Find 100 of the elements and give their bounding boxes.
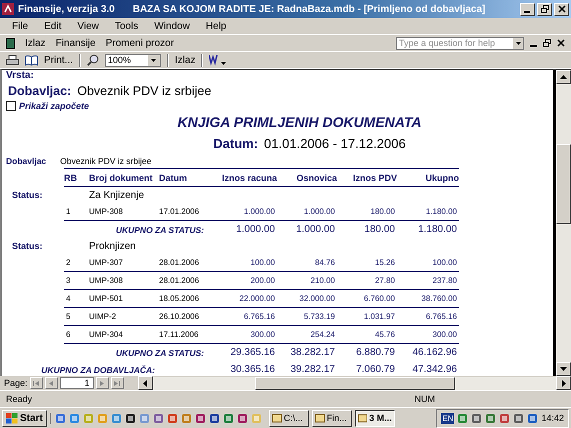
table-cell: 5 — [64, 308, 89, 326]
close-icon[interactable] — [557, 39, 565, 47]
table-cell: 45.76 — [337, 326, 397, 344]
left-arrow-icon[interactable] — [143, 380, 148, 386]
table-cell: 18.05.2006 — [159, 290, 214, 308]
last-page-button[interactable] — [110, 377, 124, 389]
menu-item[interactable]: Window — [152, 20, 192, 32]
table-cell: UIMP-2 — [89, 308, 159, 326]
toolbar-button[interactable]: Izlaz — [25, 38, 46, 48]
folder-icon — [358, 413, 368, 423]
table-cell: 200.00 — [214, 272, 277, 290]
report-title: KNJIGA PRIMLJENIH DOKUMENATA — [178, 114, 422, 130]
start-button[interactable]: Start — [2, 410, 47, 426]
tray-icon[interactable] — [485, 412, 496, 424]
toolbar-button[interactable]: Finansije — [56, 38, 96, 48]
folder-icon — [314, 413, 325, 423]
tray-icon[interactable] — [499, 412, 510, 424]
date-label: Datum: — [213, 136, 258, 150]
taskbar-button[interactable]: Fin... — [312, 410, 352, 426]
table-cell: 6.765.16 — [397, 308, 459, 326]
previous-page-button[interactable] — [44, 377, 58, 389]
table-cell: 38.760.00 — [397, 290, 459, 308]
taskbar-button[interactable]: C:\... — [268, 410, 309, 426]
table-cell: 2 — [64, 254, 89, 272]
caret-icon[interactable] — [516, 42, 520, 44]
menu-item[interactable]: File — [10, 20, 30, 32]
tray-icon[interactable] — [471, 412, 482, 424]
table-cell: UMP-304 — [89, 326, 159, 344]
next-page-button[interactable] — [96, 377, 109, 389]
exit-button[interactable]: Izlaz — [174, 54, 196, 66]
total-cell-text: 38.282.17 — [290, 346, 336, 360]
tray-icon[interactable] — [457, 412, 468, 424]
quick-launch-icon[interactable] — [208, 412, 220, 424]
status-label: Status: — [11, 240, 44, 253]
print-button[interactable]: Print... — [44, 54, 73, 66]
app-icon — [2, 3, 14, 15]
tray-icon[interactable] — [513, 412, 524, 424]
table-cell: 1.000.00 — [214, 203, 277, 221]
column-header: Osnovica — [277, 168, 337, 187]
scroll-thumb[interactable] — [556, 144, 571, 224]
column-header: Broj dokument — [89, 168, 159, 187]
down-arrow-icon[interactable] — [560, 367, 567, 371]
table-cell: 6.765.16 — [214, 308, 277, 326]
left-arrow-icon — [49, 380, 54, 386]
zoom-dropdown[interactable]: 100% — [104, 54, 161, 66]
column-header: Iznos PDV — [337, 168, 397, 187]
total-cell-text: 29.365.16 — [230, 346, 276, 360]
taskbar-button[interactable]: 3 M... — [354, 410, 395, 426]
date-range: 01.01.2006 - 17.12.2006 — [264, 136, 406, 150]
table-cell: 6.760.00 — [337, 290, 397, 308]
scroll-thumb[interactable] — [254, 376, 455, 390]
total-cell-text: 1.180.00 — [417, 223, 458, 237]
help-search-field[interactable]: Type a question for help — [396, 36, 524, 50]
quick-launch-icon[interactable] — [194, 412, 206, 424]
quick-launch-icon[interactable] — [236, 412, 248, 424]
table-cell: UMP-308 — [89, 272, 159, 290]
table-cell: 17.11.2006 — [159, 326, 214, 344]
total-cell-text: 6.880.79 — [355, 346, 396, 360]
first-page-button[interactable] — [30, 377, 43, 389]
magnifier-icon[interactable] — [86, 54, 99, 66]
close-button[interactable] — [554, 2, 569, 16]
menu-item[interactable]: Tools — [112, 20, 140, 32]
vertical-scrollbar[interactable] — [553, 70, 571, 376]
menu-item[interactable]: Edit — [42, 20, 64, 32]
table-cell: 100.00 — [397, 254, 459, 272]
status-text: Ready — [6, 394, 32, 404]
tray-icon[interactable] — [527, 412, 538, 424]
page-number-field[interactable]: 1 — [60, 377, 94, 389]
last-page-icon — [114, 380, 120, 386]
restore-button[interactable] — [537, 2, 552, 16]
menu-item[interactable]: View — [75, 20, 101, 32]
column-header: Datum — [159, 168, 214, 187]
type-label: Vrsta: — [6, 70, 34, 81]
clock: 14:42 — [541, 413, 564, 423]
horizontal-scrollbar[interactable] — [138, 376, 571, 390]
word-icon[interactable] — [209, 54, 228, 66]
quick-launch-icon[interactable] — [124, 412, 136, 424]
menu-item[interactable]: Help — [204, 20, 228, 32]
up-arrow-icon[interactable] — [560, 75, 567, 79]
restore-icon[interactable] — [543, 39, 551, 47]
show-started-checkbox[interactable] — [6, 101, 16, 111]
minimize-button[interactable] — [520, 2, 535, 16]
total-cell-text: 47.342.96 — [412, 363, 458, 376]
table-cell: 237.80 — [397, 272, 459, 290]
table-cell: UMP-501 — [89, 290, 159, 308]
num-lock-indicator: NUM — [414, 394, 435, 404]
restore-icon — [540, 5, 548, 13]
total-cell-text: 30.365.16 — [230, 363, 276, 376]
printer-icon[interactable] — [6, 54, 19, 66]
total-cell-text: 39.282.17 — [290, 363, 336, 376]
toolbar-button[interactable]: Promeni prozor — [106, 38, 174, 48]
language-indicator[interactable]: EN — [441, 412, 454, 424]
folder-icon — [272, 413, 282, 423]
total-cell-text: 1.000.00 — [295, 223, 336, 237]
table-cell: 100.00 — [214, 254, 277, 272]
table-cell: UMP-307 — [89, 254, 159, 272]
right-arrow-icon[interactable] — [562, 380, 566, 386]
column-header: RB — [64, 168, 89, 187]
table-cell: 26.10.2006 — [159, 308, 214, 326]
supplier-value: Obveznik PDV iz srbijee — [77, 84, 212, 98]
